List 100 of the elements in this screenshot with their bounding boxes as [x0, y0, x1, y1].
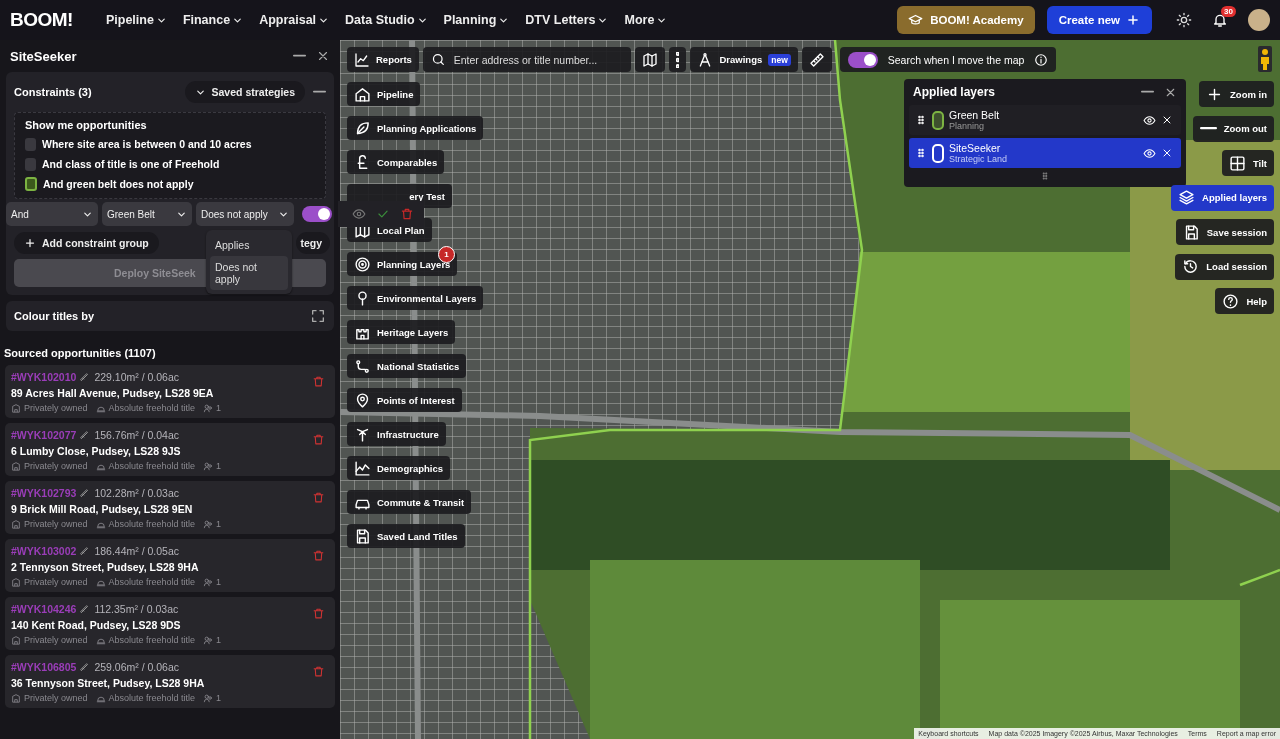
map-style-button[interactable] [634, 47, 665, 72]
eye-icon[interactable] [1143, 113, 1156, 127]
close-icon[interactable] [316, 49, 330, 63]
layer-button[interactable]: Environmental Layers [347, 286, 484, 310]
reports-button[interactable]: Reports [347, 47, 419, 72]
academy-button[interactable]: BOOM! Academy [897, 6, 1035, 34]
delete-icon[interactable] [312, 549, 325, 562]
ownership: Privately owned [24, 461, 88, 471]
search-icon [430, 52, 446, 67]
layer-button[interactable]: Comparables [347, 150, 445, 174]
delete-icon[interactable] [312, 491, 325, 504]
opportunity-card[interactable]: #WYK102077 156.76m² / 0.04ac 6 Lumby Close, Pudsey, LS28 9JS Privately owned Absolute freehold title 1 [5, 423, 335, 476]
rule-checkbox[interactable] [25, 177, 37, 191]
info-icon[interactable] [1034, 52, 1049, 67]
layer-button[interactable]: Commute & Transit [347, 490, 472, 514]
search-box[interactable]: Enter address or title number... [422, 47, 631, 72]
rule-checkbox[interactable] [25, 137, 36, 151]
add-constraint-group-button[interactable]: Add constraint group [14, 232, 159, 254]
search-field[interactable]: Enter address or title number... [451, 52, 623, 67]
nav-menu[interactable]: More [619, 9, 673, 31]
collapse-icon[interactable] [313, 90, 326, 94]
opportunity-card[interactable]: #WYK103002 186.44m² / 0.05ac 2 Tennyson Street, Pudsey, LS28 9HA Privately owned Absolute freehold title 1 [5, 539, 335, 592]
opportunity-card[interactable]: #WYK104246 112.35m² / 0.03ac 140 Kent Road, Pudsey, LS28 9DS Privately owned Absolute freehold title 1 [5, 597, 335, 650]
drawings-button[interactable]: Drawings new [690, 47, 798, 72]
section-title: Colour titles by [14, 310, 96, 322]
layer-button[interactable]: Heritage Layers [347, 320, 456, 344]
delete-icon[interactable] [312, 665, 325, 678]
opportunity-card[interactable]: #WYK102793 102.28m² / 0.03ac 9 Brick Mill Road, Pudsey, LS28 9EN Privately owned Absolute freehold title 1 [5, 481, 335, 534]
dropdown[interactable]: Green Belt [102, 202, 192, 226]
layer-button[interactable]: Planning Applications [347, 116, 484, 140]
layer-name: SiteSeeker [949, 142, 1002, 154]
nav-menu[interactable]: Pipeline [100, 9, 172, 31]
layer-button[interactable]: Points of Interest [347, 388, 462, 412]
nav-menu[interactable]: Appraisal [254, 9, 335, 31]
layer-button[interactable]: Infrastructure [347, 422, 446, 446]
route-icon [354, 357, 371, 375]
help-icon [1222, 292, 1240, 310]
nav-menu[interactable]: Finance [177, 9, 249, 31]
avatar[interactable] [1248, 9, 1270, 31]
colour-titles-card[interactable]: Colour titles by [6, 301, 334, 331]
saved-strategies-button[interactable]: Saved strategies [184, 81, 305, 103]
notification-bell-icon[interactable] [1212, 12, 1228, 28]
grid-icon [1228, 154, 1246, 172]
layer-button[interactable]: Saved Land Titles [347, 524, 465, 548]
trash-icon[interactable] [400, 207, 414, 221]
owner-count: 1 [216, 635, 222, 645]
tenure: Absolute freehold title [108, 635, 196, 645]
create-new-button[interactable]: Create new [1046, 6, 1152, 34]
remove-icon[interactable] [1161, 147, 1173, 159]
minimize-icon[interactable] [1141, 90, 1154, 94]
rule-checkbox[interactable] [25, 157, 36, 171]
layer-button[interactable]: Demographics [347, 456, 450, 480]
tenure: Absolute freehold title [108, 693, 196, 703]
map-control-button[interactable]: Applied layers [1171, 184, 1274, 211]
tenure: Absolute freehold title [108, 461, 196, 471]
menu-option[interactable]: Does not apply [210, 256, 288, 290]
map-control-button[interactable]: Zoom out [1192, 115, 1274, 142]
layer-row[interactable]: Green Belt Planning [909, 105, 1181, 135]
dropdown[interactable]: And [6, 202, 98, 226]
site-area: 102.28m² / 0.03ac [94, 487, 179, 499]
map-control-button[interactable]: Zoom in [1199, 81, 1274, 107]
expand-icon[interactable] [310, 308, 326, 324]
save-strategy-button[interactable]: tegy [296, 232, 330, 254]
eye-icon[interactable] [1143, 146, 1156, 160]
resize-handle-icon[interactable] [1040, 171, 1050, 181]
map-control-button[interactable]: Save session [1175, 219, 1274, 245]
logo[interactable]: BOOM! [10, 9, 73, 31]
measure-button[interactable] [801, 47, 832, 72]
delete-icon[interactable] [312, 433, 325, 446]
map-control-button[interactable]: Load session [1175, 253, 1274, 280]
toggle-switch[interactable] [302, 206, 332, 222]
drag-handle-icon[interactable] [915, 147, 927, 159]
sun-icon[interactable] [1176, 12, 1192, 28]
layer-row[interactable]: SiteSeeker Strategic Land [909, 138, 1181, 168]
nav-menu[interactable]: Planning [438, 9, 515, 31]
pegman-icon[interactable] [1258, 46, 1272, 72]
owner-count: 1 [216, 403, 222, 413]
site-area: 229.10m² / 0.06ac [94, 371, 179, 383]
nav-menu[interactable]: DTV Letters [520, 9, 614, 31]
building-icon [11, 693, 21, 703]
owner-count: 1 [216, 577, 222, 587]
nav-menu[interactable]: Data Studio [340, 9, 433, 31]
drag-handle-icon[interactable] [915, 114, 927, 126]
minimize-icon[interactable] [293, 54, 306, 58]
toggle-switch[interactable] [847, 51, 878, 68]
opportunity-card[interactable]: #WYK106805 259.06m² / 0.06ac 36 Tennyson Street, Pudsey, LS28 9HA Privately owned Absolute freehold title 1 [5, 655, 335, 708]
delete-icon[interactable] [312, 375, 325, 388]
map-control-button[interactable]: Help [1215, 288, 1274, 314]
opportunity-card[interactable]: #WYK102010 229.10m² / 0.06ac 89 Acres Hall Avenue, Pudsey, LS28 9EA Privately owned Absolute freehold title 1 [5, 365, 335, 418]
dropdown[interactable]: Does not apply [196, 202, 294, 226]
remove-icon[interactable] [1161, 114, 1173, 126]
more-icon [675, 51, 680, 68]
delete-icon[interactable] [312, 607, 325, 620]
layer-button[interactable]: Pipeline [347, 82, 421, 106]
menu-option[interactable]: Applies [210, 234, 288, 256]
rule-text: And green belt does not apply [43, 178, 194, 190]
history-icon [1182, 258, 1200, 275]
map-control-button[interactable]: Tilt [1221, 150, 1274, 176]
graduation-cap-icon [908, 12, 924, 28]
layer-button[interactable]: National Statistics [347, 354, 467, 378]
